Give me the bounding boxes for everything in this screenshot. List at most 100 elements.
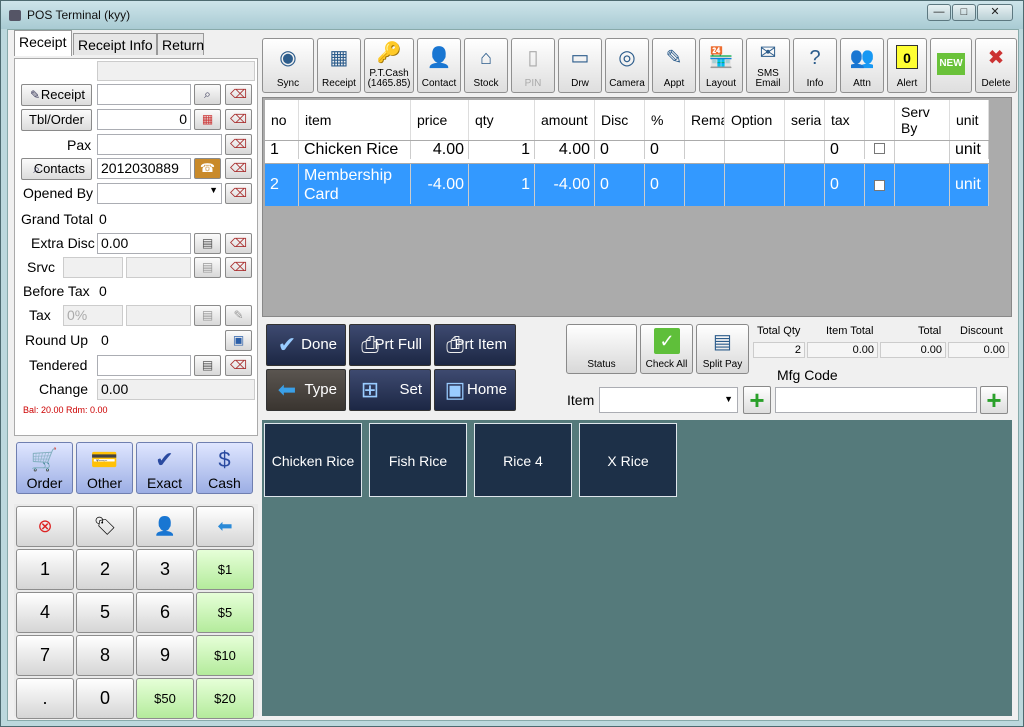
tbl-order-button[interactable]: Tbl/Order bbox=[21, 109, 92, 131]
col-amount[interactable]: amount bbox=[535, 100, 595, 140]
menu-item-rice-4[interactable]: Rice 4 bbox=[474, 423, 572, 497]
exact-button[interactable]: ✔ Exact bbox=[136, 442, 193, 494]
menu-item-chicken-rice[interactable]: Chicken Rice bbox=[264, 423, 362, 497]
add-item-button[interactable]: + bbox=[743, 386, 771, 414]
print-item-button[interactable]: ⎙ Prt Item bbox=[434, 324, 516, 366]
extra-disc-calc-button[interactable]: ▤ bbox=[194, 233, 221, 254]
backspace-key[interactable]: ⬅ bbox=[196, 506, 254, 547]
print-full-button[interactable]: ⎙ Prt Full bbox=[349, 324, 431, 366]
tab-receipt-info[interactable]: Receipt Info bbox=[73, 33, 157, 55]
tendered-clear-button[interactable]: ⌫ bbox=[225, 355, 252, 376]
table-row[interactable]: 1 Chicken Rice 4.00 1 4.00 0 0 0 unit bbox=[265, 141, 989, 163]
stock-button[interactable]: ⌂ Stock bbox=[464, 38, 508, 93]
pax-input[interactable] bbox=[97, 134, 222, 155]
key-0[interactable]: 0 bbox=[76, 678, 134, 719]
receipt-number-input[interactable] bbox=[97, 84, 191, 105]
tendered-input[interactable] bbox=[97, 355, 191, 376]
key-20-dollar[interactable]: $20 bbox=[196, 678, 254, 719]
drawer-button[interactable]: ▭ Drw bbox=[558, 38, 602, 93]
key-6[interactable]: 6 bbox=[136, 592, 194, 633]
row-checkbox[interactable] bbox=[874, 180, 885, 191]
pax-clear-button[interactable]: ⌫ bbox=[225, 134, 252, 155]
maximize-button[interactable]: □ bbox=[952, 4, 976, 21]
col-serv-by[interactable]: Serv By bbox=[895, 100, 950, 140]
col-no[interactable]: no bbox=[265, 100, 299, 140]
contact-toolbar-button[interactable]: 👤 Contact bbox=[417, 38, 461, 93]
set-button[interactable]: ⊞ Set bbox=[349, 369, 431, 411]
col-check[interactable] bbox=[865, 100, 895, 140]
col-option[interactable]: Option bbox=[725, 100, 785, 140]
appointment-button[interactable]: ✎ Appt bbox=[652, 38, 696, 93]
table-number-input[interactable]: 0 bbox=[97, 109, 191, 130]
contact-clear-button[interactable]: ⌫ bbox=[225, 158, 252, 179]
key-1[interactable]: 1 bbox=[16, 549, 74, 590]
key-7[interactable]: 7 bbox=[16, 635, 74, 676]
key-2[interactable]: 2 bbox=[76, 549, 134, 590]
key-5-dollar[interactable]: $5 bbox=[196, 592, 254, 633]
opened-by-select[interactable]: ▼ bbox=[97, 183, 222, 204]
receipt-toolbar-button[interactable]: ▦ Receipt bbox=[317, 38, 361, 93]
menu-item-x-rice[interactable]: X Rice bbox=[579, 423, 677, 497]
type-button[interactable]: ⬅ Type bbox=[266, 369, 346, 411]
contacts-button[interactable]: ⌕ Contacts bbox=[21, 158, 92, 180]
key-5[interactable]: 5 bbox=[76, 592, 134, 633]
cancel-key[interactable]: ⊗ bbox=[16, 506, 74, 547]
alert-button[interactable]: 0 Alert bbox=[887, 38, 927, 93]
extra-disc-clear-button[interactable]: ⌫ bbox=[225, 233, 252, 254]
status-button[interactable]: Status bbox=[566, 324, 637, 374]
contact-card-button[interactable]: ☎ bbox=[194, 158, 221, 179]
col-percent[interactable]: % bbox=[645, 100, 685, 140]
new-button[interactable]: NEW bbox=[930, 38, 972, 93]
done-button[interactable]: ✔ Done bbox=[266, 324, 346, 366]
receipt-clear-button[interactable]: ⌫ bbox=[225, 84, 252, 105]
home-button[interactable]: ▣ Home bbox=[434, 369, 516, 411]
round-up-button[interactable]: ▣ bbox=[225, 330, 252, 351]
row-checkbox[interactable] bbox=[874, 143, 885, 154]
minimize-button[interactable]: — bbox=[927, 4, 951, 21]
cash-button[interactable]: $ Cash bbox=[196, 442, 253, 494]
key-3[interactable]: 3 bbox=[136, 549, 194, 590]
add-mfg-code-button[interactable]: + bbox=[980, 386, 1008, 414]
table-row[interactable]: 2 Membership Card -4.00 1 -4.00 0 0 0 un… bbox=[265, 164, 989, 206]
attendance-button[interactable]: 👥 Attn bbox=[840, 38, 884, 93]
col-disc[interactable]: Disc bbox=[595, 100, 645, 140]
customer-key[interactable]: 👤 bbox=[136, 506, 194, 547]
col-item[interactable]: item bbox=[299, 100, 411, 140]
split-pay-button[interactable]: ▤ Split Pay bbox=[696, 324, 749, 374]
col-tax[interactable]: tax bbox=[825, 100, 865, 140]
contact-select[interactable]: 2012030889 bbox=[97, 158, 191, 179]
price-tag-key[interactable]: 🏷 bbox=[76, 506, 134, 547]
tendered-calc-button[interactable]: ▤ bbox=[194, 355, 221, 376]
tab-receipt[interactable]: Receipt bbox=[14, 30, 72, 56]
srvc-clear-button[interactable]: ⌫ bbox=[225, 257, 252, 278]
opened-by-clear-button[interactable]: ⌫ bbox=[225, 183, 252, 204]
col-remarks[interactable]: Rema bbox=[685, 100, 725, 140]
menu-item-fish-rice[interactable]: Fish Rice bbox=[369, 423, 467, 497]
key-4[interactable]: 4 bbox=[16, 592, 74, 633]
receipt-button[interactable]: ✎ Receipt bbox=[21, 84, 92, 106]
tab-return[interactable]: Return bbox=[157, 33, 204, 55]
pt-cash-button[interactable]: 🔑 P.T.Cash (1465.85) bbox=[364, 38, 414, 93]
key-1-dollar[interactable]: $1 bbox=[196, 549, 254, 590]
key-8[interactable]: 8 bbox=[76, 635, 134, 676]
sync-button[interactable]: ◉ Sync bbox=[262, 38, 314, 93]
col-unit[interactable]: unit bbox=[950, 100, 989, 140]
layout-button[interactable]: 🏪 Layout bbox=[699, 38, 743, 93]
key-10-dollar[interactable]: $10 bbox=[196, 635, 254, 676]
camera-button[interactable]: ◎ Camera bbox=[605, 38, 649, 93]
col-price[interactable]: price bbox=[411, 100, 469, 140]
check-all-button[interactable]: ✓ Check All bbox=[640, 324, 693, 374]
key-50-dollar[interactable]: $50 bbox=[136, 678, 194, 719]
order-button[interactable]: 🛒 Order bbox=[16, 442, 73, 494]
key-9[interactable]: 9 bbox=[136, 635, 194, 676]
item-select[interactable]: ▼ bbox=[599, 387, 738, 413]
table-clear-button[interactable]: ⌫ bbox=[225, 109, 252, 130]
close-button[interactable]: ✕ bbox=[977, 4, 1013, 21]
delete-button[interactable]: ✖ Delete bbox=[975, 38, 1017, 93]
col-serial[interactable]: seria bbox=[785, 100, 825, 140]
receipt-search-button[interactable]: ⌕ bbox=[194, 84, 221, 105]
sms-email-button[interactable]: ✉ SMS Email bbox=[746, 38, 790, 93]
table-picker-button[interactable]: ▦ bbox=[194, 109, 221, 130]
info-button[interactable]: ? Info bbox=[793, 38, 837, 93]
extra-disc-input[interactable]: 0.00 bbox=[97, 233, 191, 254]
